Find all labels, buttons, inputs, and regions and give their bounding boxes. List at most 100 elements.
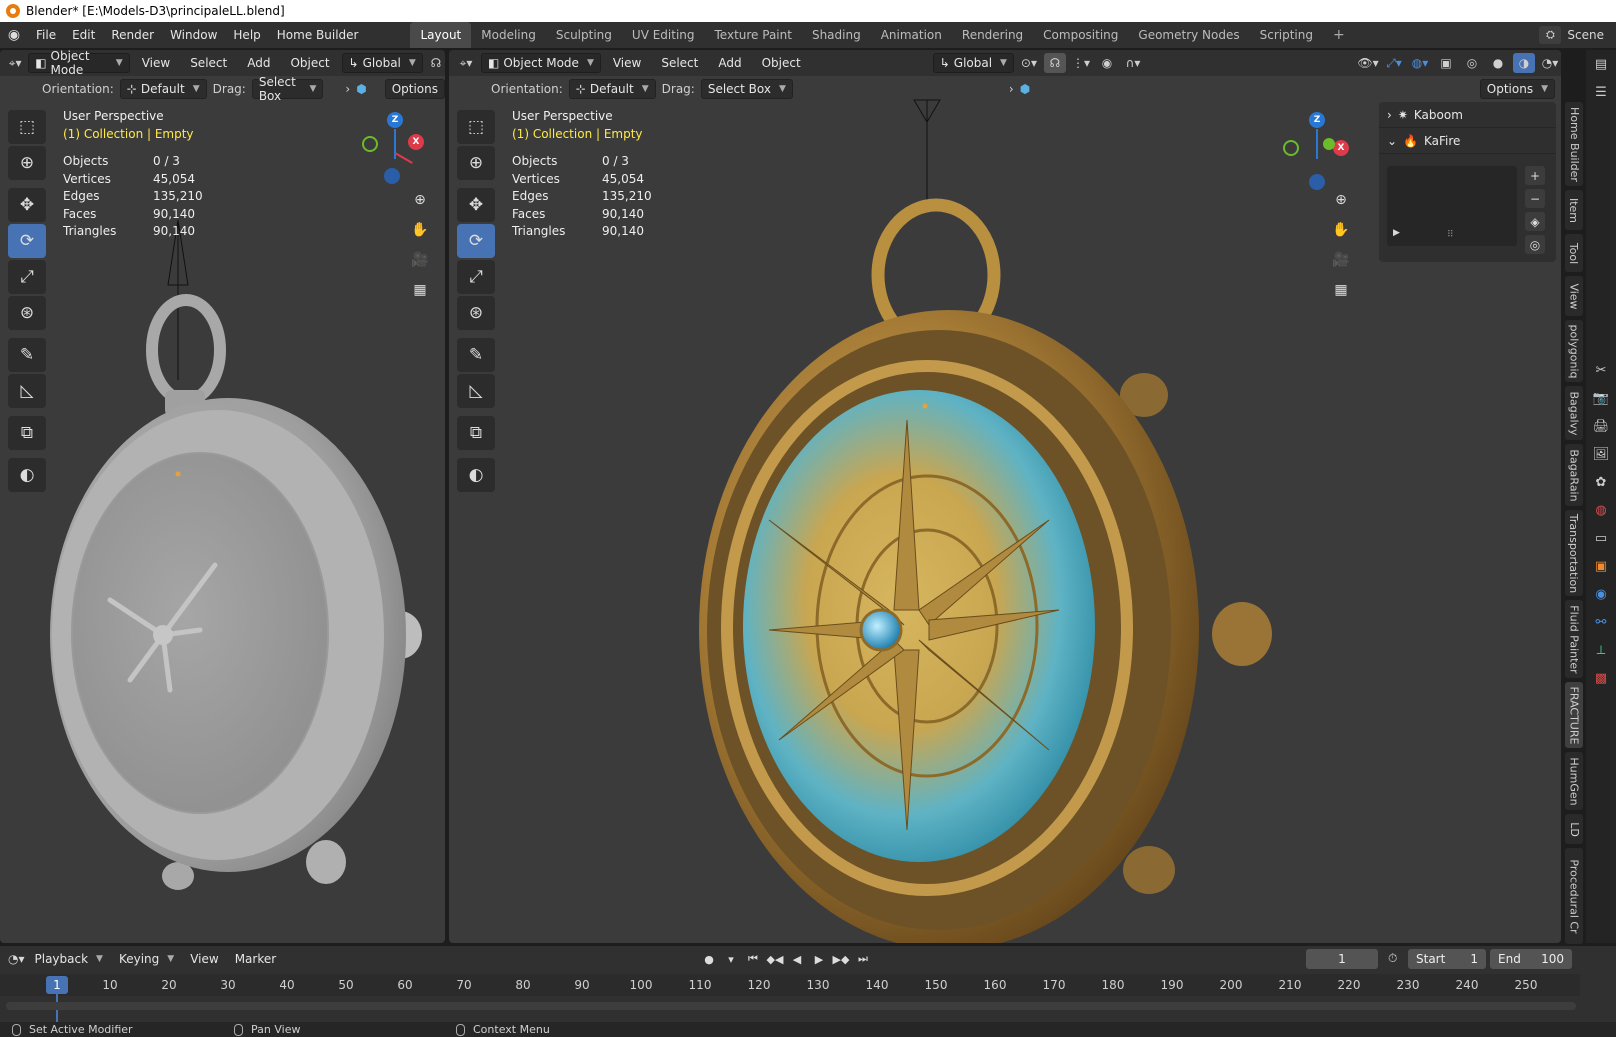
tab-geometry-nodes[interactable]: Geometry Nodes [1128,22,1249,48]
menu-help[interactable]: Help [225,22,268,48]
physics-properties-icon[interactable]: ◉ [1586,580,1616,608]
xray-icon[interactable]: ▣ [1435,53,1457,73]
overlays-icon[interactable]: ◍▾ [1409,53,1431,73]
start-frame-field[interactable]: Start 1 [1408,949,1486,969]
pan-hand-icon[interactable]: ✋ [406,216,434,244]
tab-texture-paint[interactable]: Texture Paint [705,22,802,48]
item-settings-icon[interactable]: ◎ [1525,235,1545,254]
transform-orientation-selector[interactable]: ↳ Global ▼ [932,53,1014,73]
keying-menu[interactable]: Keying ▼ [113,952,180,966]
jump-start-icon[interactable]: ⏮ [744,949,762,969]
sidebar-tab-polygoniq[interactable]: polygoniq [1565,320,1583,382]
navigation-gizmo[interactable]: Z X [1279,108,1349,198]
collapse-arrow-icon[interactable]: › [1387,108,1392,122]
remove-item-icon[interactable]: − [1525,189,1545,208]
sidebar-tab-ld[interactable]: LD [1565,814,1583,844]
pivot-point-icon[interactable]: ⊙▾ [1018,53,1040,73]
tab-modeling[interactable]: Modeling [471,22,546,48]
add-cube-tool-icon[interactable]: ⧉ [8,416,46,450]
sidebar-tab-transportation[interactable]: Transportation [1565,510,1583,596]
collection-properties-icon[interactable]: ▭ [1586,524,1616,552]
snap-toggle-icon[interactable]: ☊ [1043,53,1066,73]
record-icon[interactable]: ● [700,949,718,969]
tab-compositing[interactable]: Compositing [1033,22,1128,48]
tab-uv-editing[interactable]: UV Editing [622,22,705,48]
annotate-tool-icon[interactable]: ✎ [457,338,495,372]
object-menu[interactable]: Object [282,56,337,70]
proportional-edit-icon[interactable]: ◉ [1096,53,1118,73]
sidebar-tab-procedural[interactable]: Procedural Cr [1565,848,1583,944]
view-menu[interactable]: View [605,56,649,70]
expand-arrow-icon[interactable]: › [345,82,350,96]
annotate-tool-icon[interactable]: ✎ [8,338,46,372]
move-tool-icon[interactable]: ✥ [8,188,46,222]
move-tool-icon[interactable]: ✥ [457,188,495,222]
snap-target-icon[interactable]: ⋮▾ [1070,53,1092,73]
item-action-icon[interactable]: ◈ [1525,212,1545,231]
playback-menu[interactable]: Playback ▼ [29,952,109,966]
scale-tool-icon[interactable]: ⤢ [8,260,46,294]
list-resize-handle[interactable]: ⠿ [1447,230,1454,240]
current-frame-marker[interactable]: 1 [46,976,68,994]
world-properties-icon[interactable]: ◍ [1586,496,1616,524]
transform-tool-icon[interactable]: ⊛ [457,296,495,330]
falloff-icon[interactable]: ∩▾ [1122,53,1144,73]
preview-range-icon[interactable]: ⏱ [1388,951,1397,966]
camera-view-icon[interactable]: 🎥 [406,246,434,274]
rendered-shading-icon[interactable]: ◔▾ [1539,53,1561,73]
constraints-icon[interactable]: ⚯ [1586,608,1616,636]
tab-sculpting[interactable]: Sculpting [546,22,622,48]
play-icon[interactable]: ▶ [810,949,828,969]
tool-properties-icon[interactable]: ✂ [1586,356,1616,384]
scene-properties-icon[interactable]: ✿ [1586,468,1616,496]
wireframe-shading-icon[interactable]: ◎ [1461,53,1483,73]
visibility-icon[interactable]: 👁▾ [1357,53,1379,73]
sidebar-tab-tool[interactable]: Tool [1565,234,1583,272]
sidebar-tab-view[interactable]: View [1565,276,1583,316]
navigation-gizmo[interactable]: Z X [360,108,430,198]
sidebar-tab-humgen[interactable]: HumGen [1565,752,1583,810]
perspective-grid-icon[interactable]: ▦ [1327,276,1355,304]
menu-render[interactable]: Render [103,22,162,48]
zoom-icon[interactable]: ⊕ [406,186,434,214]
editor-type-icon[interactable]: ▤ [1586,50,1616,78]
orientation-dropdown[interactable]: ⊹ Default ▼ [568,79,656,99]
menu-window[interactable]: Window [162,22,225,48]
camera-view-icon[interactable]: 🎥 [1327,246,1355,274]
select-box-tool-icon[interactable]: ⬚ [8,110,46,144]
drag-dropdown[interactable]: Select Box ▼ [700,79,793,99]
view-menu[interactable]: View [184,952,224,966]
perspective-grid-icon[interactable]: ▦ [406,276,434,304]
custom-tool-icon[interactable]: ◐ [457,458,495,492]
solid-shading-icon[interactable]: ● [1487,53,1509,73]
sidebar-tab-fluid-painter[interactable]: Fluid Painter [1565,600,1583,678]
scene-selector[interactable]: ⛭ Scene [1539,22,1616,48]
gizmo-y-axis[interactable] [1283,140,1299,156]
gizmo-z-axis[interactable]: Z [1309,112,1325,128]
tab-layout[interactable]: Layout [410,22,472,48]
cursor-tool-icon[interactable]: ⊕ [457,146,495,180]
sidebar-tab-bagalvy[interactable]: Bagalvy [1565,386,1583,440]
list-expand-icon[interactable]: ▶ [1393,228,1400,238]
material-shading-icon[interactable]: ◑ [1513,53,1535,73]
scale-tool-icon[interactable]: ⤢ [457,260,495,294]
end-frame-field[interactable]: End 100 [1490,949,1572,969]
options-button[interactable]: Options [384,79,445,99]
custom-tool-icon[interactable]: ◐ [8,458,46,492]
gizmo-y-axis-positive[interactable] [1323,138,1335,150]
menu-edit[interactable]: Edit [64,22,103,48]
add-cube-tool-icon[interactable]: ⧉ [457,416,495,450]
view-layer-icon[interactable]: 🖼 [1586,440,1616,468]
expand-arrow-icon[interactable]: ⌄ [1387,134,1397,148]
mode-selector[interactable]: ◧ Object Mode ▼ [481,53,601,73]
select-box-tool-icon[interactable]: ⬚ [457,110,495,144]
menu-home-builder[interactable]: Home Builder [269,22,367,48]
timeline-scrollbar[interactable] [6,1002,1576,1010]
transform-tool-icon[interactable]: ⊛ [8,296,46,330]
blender-menu-icon[interactable]: ◉ [0,22,28,48]
rotate-tool-icon[interactable]: ⟳ [457,224,495,258]
options-button[interactable]: Options ▼ [1479,79,1555,99]
outliner-icon[interactable]: ☰ [1586,78,1616,106]
timeline-editor-icon[interactable]: ◔▾ [8,952,25,966]
sidebar-tab-bagarain[interactable]: BagaRain [1565,444,1583,506]
